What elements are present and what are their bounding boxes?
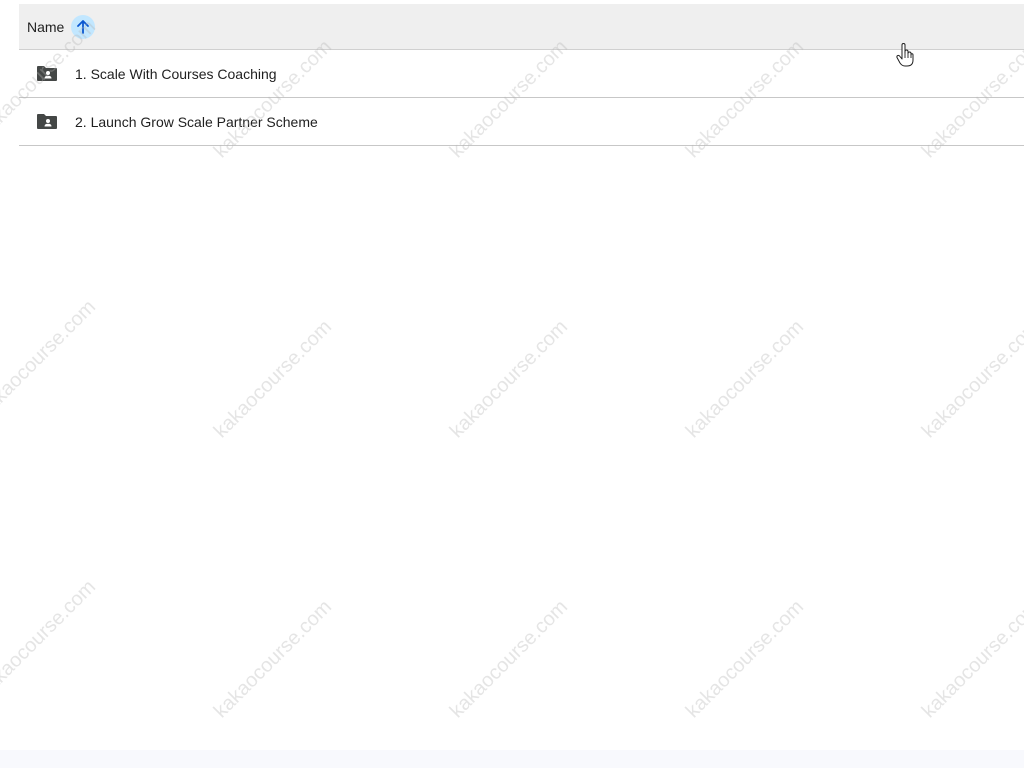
file-list: Name 1. Scale With Courses Coaching 2. L… bbox=[19, 4, 1024, 146]
watermark-text: kakaocourse.com bbox=[681, 595, 809, 723]
watermark-text: kakaocourse.com bbox=[209, 595, 337, 723]
name-column-label: Name bbox=[27, 18, 65, 35]
file-name: 2. Launch Grow Scale Partner Scheme bbox=[75, 113, 318, 130]
list-item[interactable]: 1. Scale With Courses Coaching bbox=[19, 50, 1024, 98]
bottom-bar bbox=[0, 750, 1024, 768]
watermark-text: kakaocourse.com bbox=[917, 315, 1024, 443]
watermark-text: kakaocourse.com bbox=[0, 295, 101, 423]
arrow-up-icon bbox=[77, 19, 90, 34]
watermark-text: kakaocourse.com bbox=[917, 595, 1024, 723]
watermark-text: kakaocourse.com bbox=[681, 315, 809, 443]
list-item[interactable]: 2. Launch Grow Scale Partner Scheme bbox=[19, 98, 1024, 146]
watermark-text: kakaocourse.com bbox=[445, 595, 573, 723]
sort-by-name-button[interactable]: Name bbox=[27, 14, 96, 39]
watermark-text: kakaocourse.com bbox=[0, 575, 101, 703]
shared-folder-icon bbox=[36, 113, 58, 131]
hand-pointer-icon bbox=[896, 43, 914, 67]
watermark-text: kakaocourse.com bbox=[209, 315, 337, 443]
drive-page: Name 1. Scale With Courses Coaching 2. L… bbox=[0, 0, 1024, 768]
sort-direction-button[interactable] bbox=[71, 14, 96, 39]
list-header: Name bbox=[19, 4, 1024, 50]
file-name: 1. Scale With Courses Coaching bbox=[75, 65, 277, 82]
watermark-text: kakaocourse.com bbox=[445, 315, 573, 443]
shared-folder-icon bbox=[36, 65, 58, 83]
